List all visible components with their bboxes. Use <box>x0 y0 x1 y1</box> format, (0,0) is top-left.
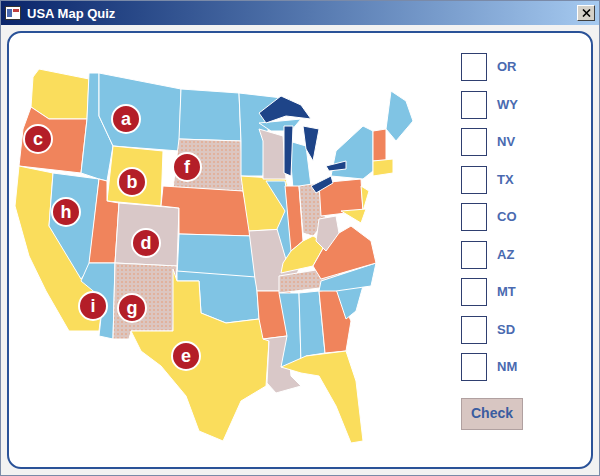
quiz-panel: a b c d e f g h i OR WY NV TX CO AZ MT SD NM Check <box>7 31 593 469</box>
svg-text:a: a <box>121 109 132 129</box>
answer-row[interactable]: OR <box>461 53 523 81</box>
map-marker: h <box>52 198 80 226</box>
lake <box>303 126 319 161</box>
map-marker: g <box>118 294 146 322</box>
state-shape <box>373 159 393 176</box>
map-marker: a <box>112 105 140 133</box>
state-shape <box>107 146 163 206</box>
answer-row[interactable]: TX <box>461 166 523 194</box>
svg-text:g: g <box>127 298 138 318</box>
svg-text:f: f <box>184 157 191 177</box>
answer-row[interactable]: NM <box>461 353 523 381</box>
quiz-window: USA Map Quiz a b c d e f g h i OR WY NV TX CO AZ MT SD NM C… <box>0 0 600 476</box>
state-shape <box>341 209 366 223</box>
answer-row[interactable]: WY <box>461 91 523 119</box>
svg-text:h: h <box>61 202 72 222</box>
state-shape <box>113 263 177 339</box>
state-shape <box>19 107 87 173</box>
map-marker: c <box>24 125 52 153</box>
state-shape <box>386 91 413 141</box>
state-shape <box>115 203 179 266</box>
answer-checkbox[interactable] <box>461 316 487 344</box>
answer-checkbox[interactable] <box>461 53 487 81</box>
answer-label: NV <box>497 132 515 152</box>
svg-text:b: b <box>127 172 138 192</box>
answer-checkbox[interactable] <box>461 241 487 269</box>
answer-row[interactable]: AZ <box>461 241 523 269</box>
answer-row[interactable]: MT <box>461 278 523 306</box>
answer-checkbox[interactable] <box>461 166 487 194</box>
state-shape <box>279 293 301 367</box>
close-icon <box>582 9 591 17</box>
map-marker: f <box>173 153 201 181</box>
answer-label: SD <box>497 320 515 340</box>
state-shape <box>373 129 386 161</box>
state-shape <box>99 73 181 151</box>
usa-map: a b c d e f g h i <box>11 56 441 446</box>
state-shape <box>281 351 363 443</box>
state-shape <box>15 166 103 331</box>
state-shape <box>173 139 243 191</box>
answer-checkbox[interactable] <box>461 91 487 119</box>
window-title: USA Map Quiz <box>27 7 115 20</box>
svg-text:d: d <box>141 233 152 253</box>
map-marker: b <box>118 168 146 196</box>
state-shape <box>89 179 119 263</box>
lake <box>311 176 333 193</box>
lake <box>326 161 346 171</box>
map-marker: e <box>172 342 200 370</box>
answer-row[interactable]: SD <box>461 316 523 344</box>
title-bar: USA Map Quiz <box>1 1 599 25</box>
map-marker: d <box>132 229 160 257</box>
svg-text:c: c <box>33 129 43 149</box>
answer-label: MT <box>497 282 516 302</box>
svg-text:i: i <box>90 296 95 316</box>
close-button[interactable] <box>577 5 595 21</box>
check-button[interactable]: Check <box>461 398 523 430</box>
answer-checkbox[interactable] <box>461 128 487 156</box>
map-marker: i <box>79 292 107 320</box>
state-shape <box>336 286 363 319</box>
svg-text:e: e <box>181 346 191 366</box>
state-shape <box>316 216 339 251</box>
answer-label: CO <box>497 207 517 227</box>
answer-checkbox[interactable] <box>461 278 487 306</box>
answer-label: OR <box>497 57 517 77</box>
answer-label: WY <box>497 95 518 115</box>
state-shape <box>259 129 286 179</box>
answer-label: NM <box>497 357 517 377</box>
lake <box>259 96 311 123</box>
state-shape <box>161 186 253 236</box>
state-shape <box>131 269 269 441</box>
state-shape <box>179 89 241 141</box>
app-icon <box>5 6 21 20</box>
answer-column: OR WY NV TX CO AZ MT SD NM Check <box>461 33 523 467</box>
answer-row[interactable]: NV <box>461 128 523 156</box>
answer-label: AZ <box>497 245 514 265</box>
state-shape <box>331 126 373 179</box>
state-shape <box>31 69 89 119</box>
state-shape <box>361 186 369 211</box>
lake <box>284 126 293 176</box>
answer-label: TX <box>497 170 514 190</box>
answer-checkbox[interactable] <box>461 353 487 381</box>
answer-row[interactable]: CO <box>461 203 523 231</box>
answer-checkbox[interactable] <box>461 203 487 231</box>
